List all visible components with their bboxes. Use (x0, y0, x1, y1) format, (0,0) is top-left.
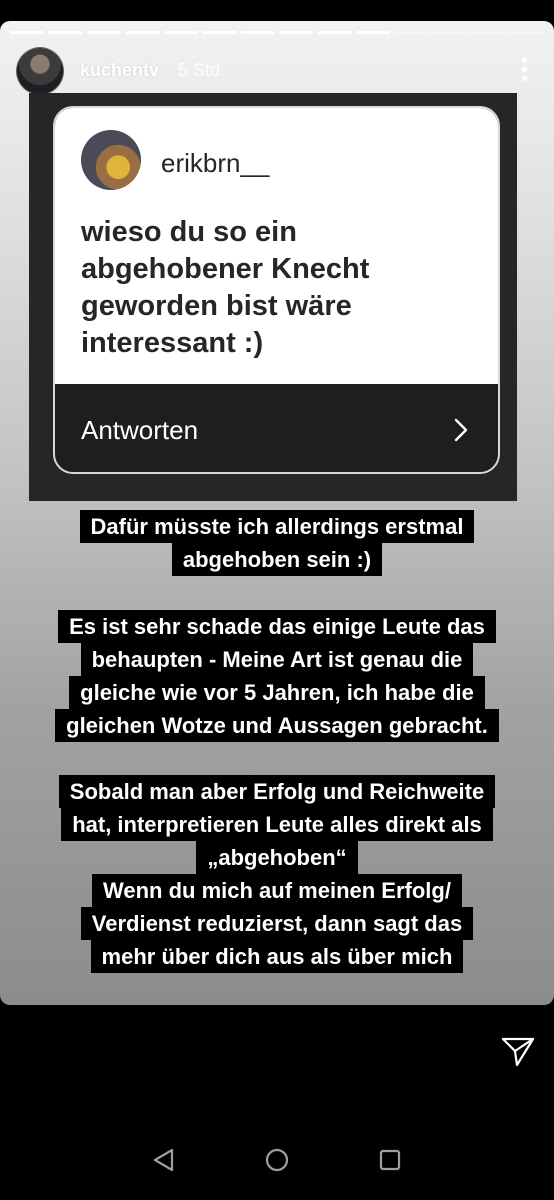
progress-segment (317, 31, 352, 34)
progress-segment (10, 31, 45, 34)
progress-segment (278, 31, 314, 34)
caption-line: Dafür müsste ich allerdings erstmal (79, 510, 475, 543)
story-time: 5 Std. (178, 60, 226, 80)
caption-line: gleichen Wotze und Aussagen gebracht. (55, 709, 499, 742)
question-card: erikbrn__ wieso du so ein abgehobener Kn… (53, 106, 500, 474)
reply-label: Antworten (81, 415, 199, 445)
question-text: wieso du so ein abgehobener Knecht gewor… (81, 216, 370, 359)
caption-line: Wenn du mich auf meinen Erfolg/ (92, 874, 462, 907)
progress-segment (48, 31, 83, 34)
caption-line: abgehoben sein :) (171, 543, 383, 576)
progress-segment (394, 31, 429, 34)
progress-segment (509, 31, 544, 34)
caption-line: Sobald man aber Erfolg und Reichweite (58, 775, 496, 808)
asker-avatar (81, 130, 141, 190)
caption-line: Verdienst reduzierst, dann sagt das (80, 907, 474, 940)
progress-segment (240, 31, 275, 34)
progress-segment (432, 31, 468, 34)
reply-button: Antworten (55, 384, 498, 472)
caption-line: mehr über dich aus als über mich (90, 940, 464, 973)
progress-segment (125, 31, 160, 34)
caption-block-1: Dafür müsste ich allerdings erstmal abge… (0, 510, 554, 576)
more-vertical-icon[interactable] (520, 58, 528, 84)
story-header: kuchentv 5 Std. (16, 47, 538, 95)
progress-segment (355, 31, 391, 34)
progress-segment (471, 31, 506, 34)
caption-block-3: Sobald man aber Erfolg und Reichweite ha… (0, 775, 554, 973)
caption-line: Es ist sehr schade das einige Leute das (58, 610, 496, 643)
caption-line: behaupten - Meine Art ist genau die (80, 643, 474, 676)
caption-line: hat, interpretieren Leute alles direkt a… (61, 808, 493, 841)
progress-segment (202, 31, 237, 34)
caption-line: „abgehoben“ (196, 841, 358, 874)
question-screenshot: erikbrn__ wieso du so ein abgehobener Kn… (29, 93, 517, 501)
asker-username: erikbrn__ (161, 148, 270, 178)
caption-line: gleiche wie vor 5 Jahren, ich habe die (69, 676, 485, 709)
progress-segment (163, 31, 199, 34)
question-body: erikbrn__ wieso du so ein abgehobener Kn… (55, 108, 498, 384)
story-viewer[interactable]: kuchentv 5 Std. erikbrn__ wieso du so ei… (0, 21, 554, 1005)
back-triangle-icon[interactable] (150, 1146, 178, 1174)
recent-apps-icon[interactable] (376, 1146, 404, 1174)
profile-avatar[interactable] (16, 47, 64, 95)
home-circle-icon[interactable] (263, 1146, 291, 1174)
send-icon[interactable] (500, 1036, 536, 1068)
story-username[interactable]: kuchentv (80, 60, 159, 81)
progress-segment (86, 31, 122, 34)
android-nav-bar (0, 1118, 554, 1200)
story-progress-bars (10, 31, 544, 34)
caption-block-2: Es ist sehr schade das einige Leute das … (0, 610, 554, 742)
chevron-right-icon (454, 418, 468, 442)
